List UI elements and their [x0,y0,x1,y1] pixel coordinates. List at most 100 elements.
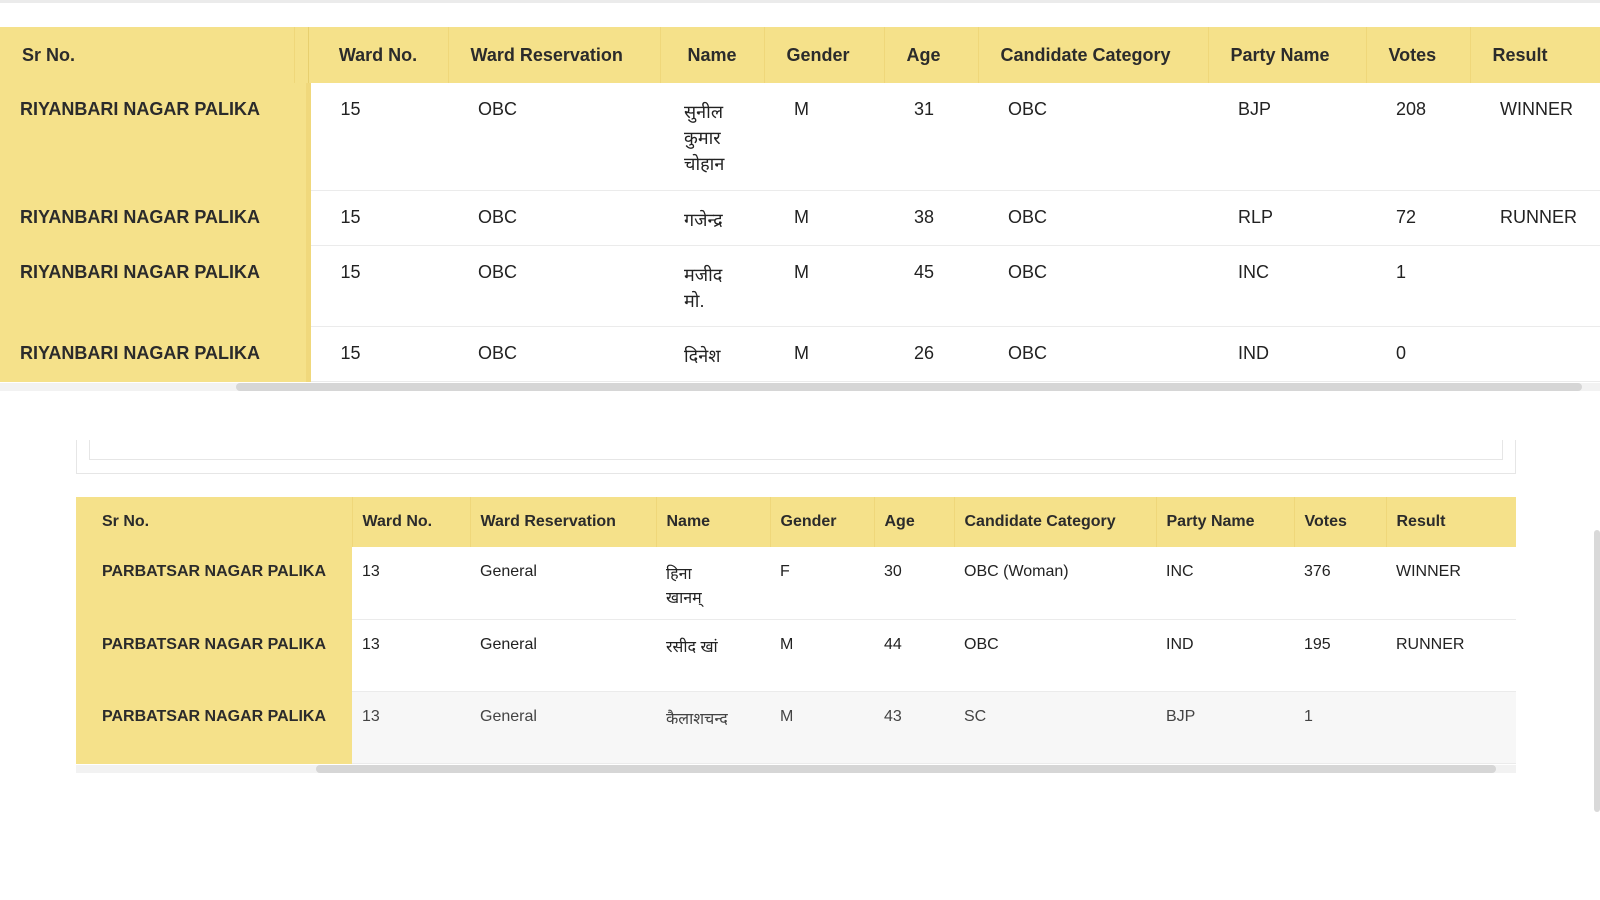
result-cell [1470,245,1600,327]
municipality-cell: RIYANBARI NAGAR PALIKA [0,83,311,191]
votes-cell: 208 [1366,83,1471,191]
party-cell: IND [1208,326,1367,382]
header-candidate-category[interactable]: Candidate Category [978,27,1209,83]
gender-cell: M [764,190,885,246]
candidate-name: गजेन्द्र [684,209,723,230]
table-row: PARBATSAR NAGAR PALIKA 13 General कैलाशच… [76,691,1516,764]
ward-cell: 15 [308,83,449,191]
votes-cell: 195 [1294,619,1386,692]
gender-cell: M [770,619,874,692]
municipality-cell: RIYANBARI NAGAR PALIKA [0,245,311,327]
header-name[interactable]: Name [660,27,765,83]
result-cell: WINNER [1470,83,1600,191]
scrollbar-thumb[interactable] [316,765,1496,773]
candidate-name: हिना खानम् [666,566,702,607]
reservation-cell: General [470,619,656,692]
party-cell: INC [1156,547,1294,620]
candidate-name-cell: कैलाशचन्द [656,691,770,764]
ward-cell: 15 [308,190,449,246]
results-table-parbatsar-container[interactable]: Sr No. Ward No. Ward Reservation Name Ge… [76,497,1516,765]
ward-cell: 15 [308,326,449,382]
candidate-name: दिनेश [684,345,721,366]
header-name[interactable]: Name [656,497,771,547]
table-row: RIYANBARI NAGAR PALIKA 15 OBC गजेन्द्र M… [0,190,1600,246]
header-votes[interactable]: Votes [1366,27,1471,83]
party-cell: RLP [1208,190,1367,246]
ward-cell: 13 [352,547,470,620]
table-row: PARBATSAR NAGAR PALIKA 13 General रसीद ख… [76,619,1516,692]
candidate-name-cell: गजेन्द्र [660,190,765,246]
reservation-cell: General [470,691,656,764]
header-sr-no[interactable]: Sr No. [0,27,295,83]
candidate-name-cell: हिना खानम् [656,547,770,620]
municipality-cell: RIYANBARI NAGAR PALIKA [0,326,311,382]
results-table-parbatsar: Sr No. Ward No. Ward Reservation Name Ge… [76,497,1516,764]
gender-cell: F [770,547,874,620]
votes-cell: 1 [1366,245,1471,327]
vertical-scrollbar[interactable] [1594,530,1600,812]
table-header-row: Sr No. Ward No. Ward Reservation Name Ge… [76,497,1516,547]
result-cell [1386,691,1516,764]
results-table-riyanbari: Sr No. Ward No. Ward Reservation Name Ge… [0,27,1600,382]
candidate-name-cell: सुनील कुमार चोहान [660,83,765,191]
reservation-cell: OBC [448,190,661,246]
ward-cell: 13 [352,691,470,764]
result-cell: RUNNER [1386,619,1516,692]
votes-cell: 0 [1366,326,1471,382]
candidate-name-cell: रसीद खां [656,619,770,692]
category-cell: OBC (Woman) [954,547,1156,620]
gender-cell: M [764,83,885,191]
horizontal-scrollbar[interactable] [76,765,1516,773]
table-row: PARBATSAR NAGAR PALIKA 13 General हिना ख… [76,547,1516,620]
header-party-name[interactable]: Party Name [1156,497,1295,547]
header-age[interactable]: Age [874,497,955,547]
result-cell: WINNER [1386,547,1516,620]
age-cell: 26 [884,326,979,382]
header-gender[interactable]: Gender [764,27,885,83]
candidate-name: सुनील कुमार चोहान [684,102,725,174]
header-gender[interactable]: Gender [770,497,875,547]
result-cell [1470,326,1600,382]
ward-cell: 15 [308,245,449,327]
party-cell: INC [1208,245,1367,327]
header-result[interactable]: Result [1386,497,1516,547]
candidate-name: मजीद मो. [684,264,723,311]
category-cell: OBC [978,190,1209,246]
header-age[interactable]: Age [884,27,979,83]
category-cell: OBC [978,245,1209,327]
header-ward-reservation[interactable]: Ward Reservation [448,27,661,83]
age-cell: 30 [874,547,954,620]
reservation-cell: General [470,547,656,620]
horizontal-scrollbar[interactable] [0,383,1600,391]
candidate-name-cell: दिनेश [660,326,765,382]
header-ward-no[interactable]: Ward No. [308,27,449,83]
party-cell: IND [1156,619,1294,692]
age-cell: 31 [884,83,979,191]
results-table-riyanbari-container[interactable]: Sr No. Ward No. Ward Reservation Name Ge… [0,27,1600,389]
candidate-name: रसीद खां [666,638,718,656]
header-party-name[interactable]: Party Name [1208,27,1367,83]
age-cell: 45 [884,245,979,327]
age-cell: 43 [874,691,954,764]
candidate-name: कैलाशचन्द [666,710,728,728]
category-cell: OBC [978,83,1209,191]
table-container-frame [76,440,1516,474]
header-ward-reservation[interactable]: Ward Reservation [470,497,657,547]
header-votes[interactable]: Votes [1294,497,1387,547]
header-result[interactable]: Result [1470,27,1600,83]
header-sr-no[interactable]: Sr No. [76,497,353,547]
municipality-cell: PARBATSAR NAGAR PALIKA [76,619,352,692]
municipality-cell: PARBATSAR NAGAR PALIKA [76,547,352,620]
votes-cell: 72 [1366,190,1471,246]
table-container-inner-frame [89,440,1503,460]
age-cell: 38 [884,190,979,246]
scrollbar-thumb[interactable] [236,383,1582,391]
header-candidate-category[interactable]: Candidate Category [954,497,1157,547]
table-header-row: Sr No. Ward No. Ward Reservation Name Ge… [0,27,1600,83]
header-ward-no[interactable]: Ward No. [352,497,471,547]
party-cell: BJP [1208,83,1367,191]
party-cell: BJP [1156,691,1294,764]
reservation-cell: OBC [448,245,661,327]
candidate-name-cell: मजीद मो. [660,245,765,327]
result-cell: RUNNER [1470,190,1600,246]
